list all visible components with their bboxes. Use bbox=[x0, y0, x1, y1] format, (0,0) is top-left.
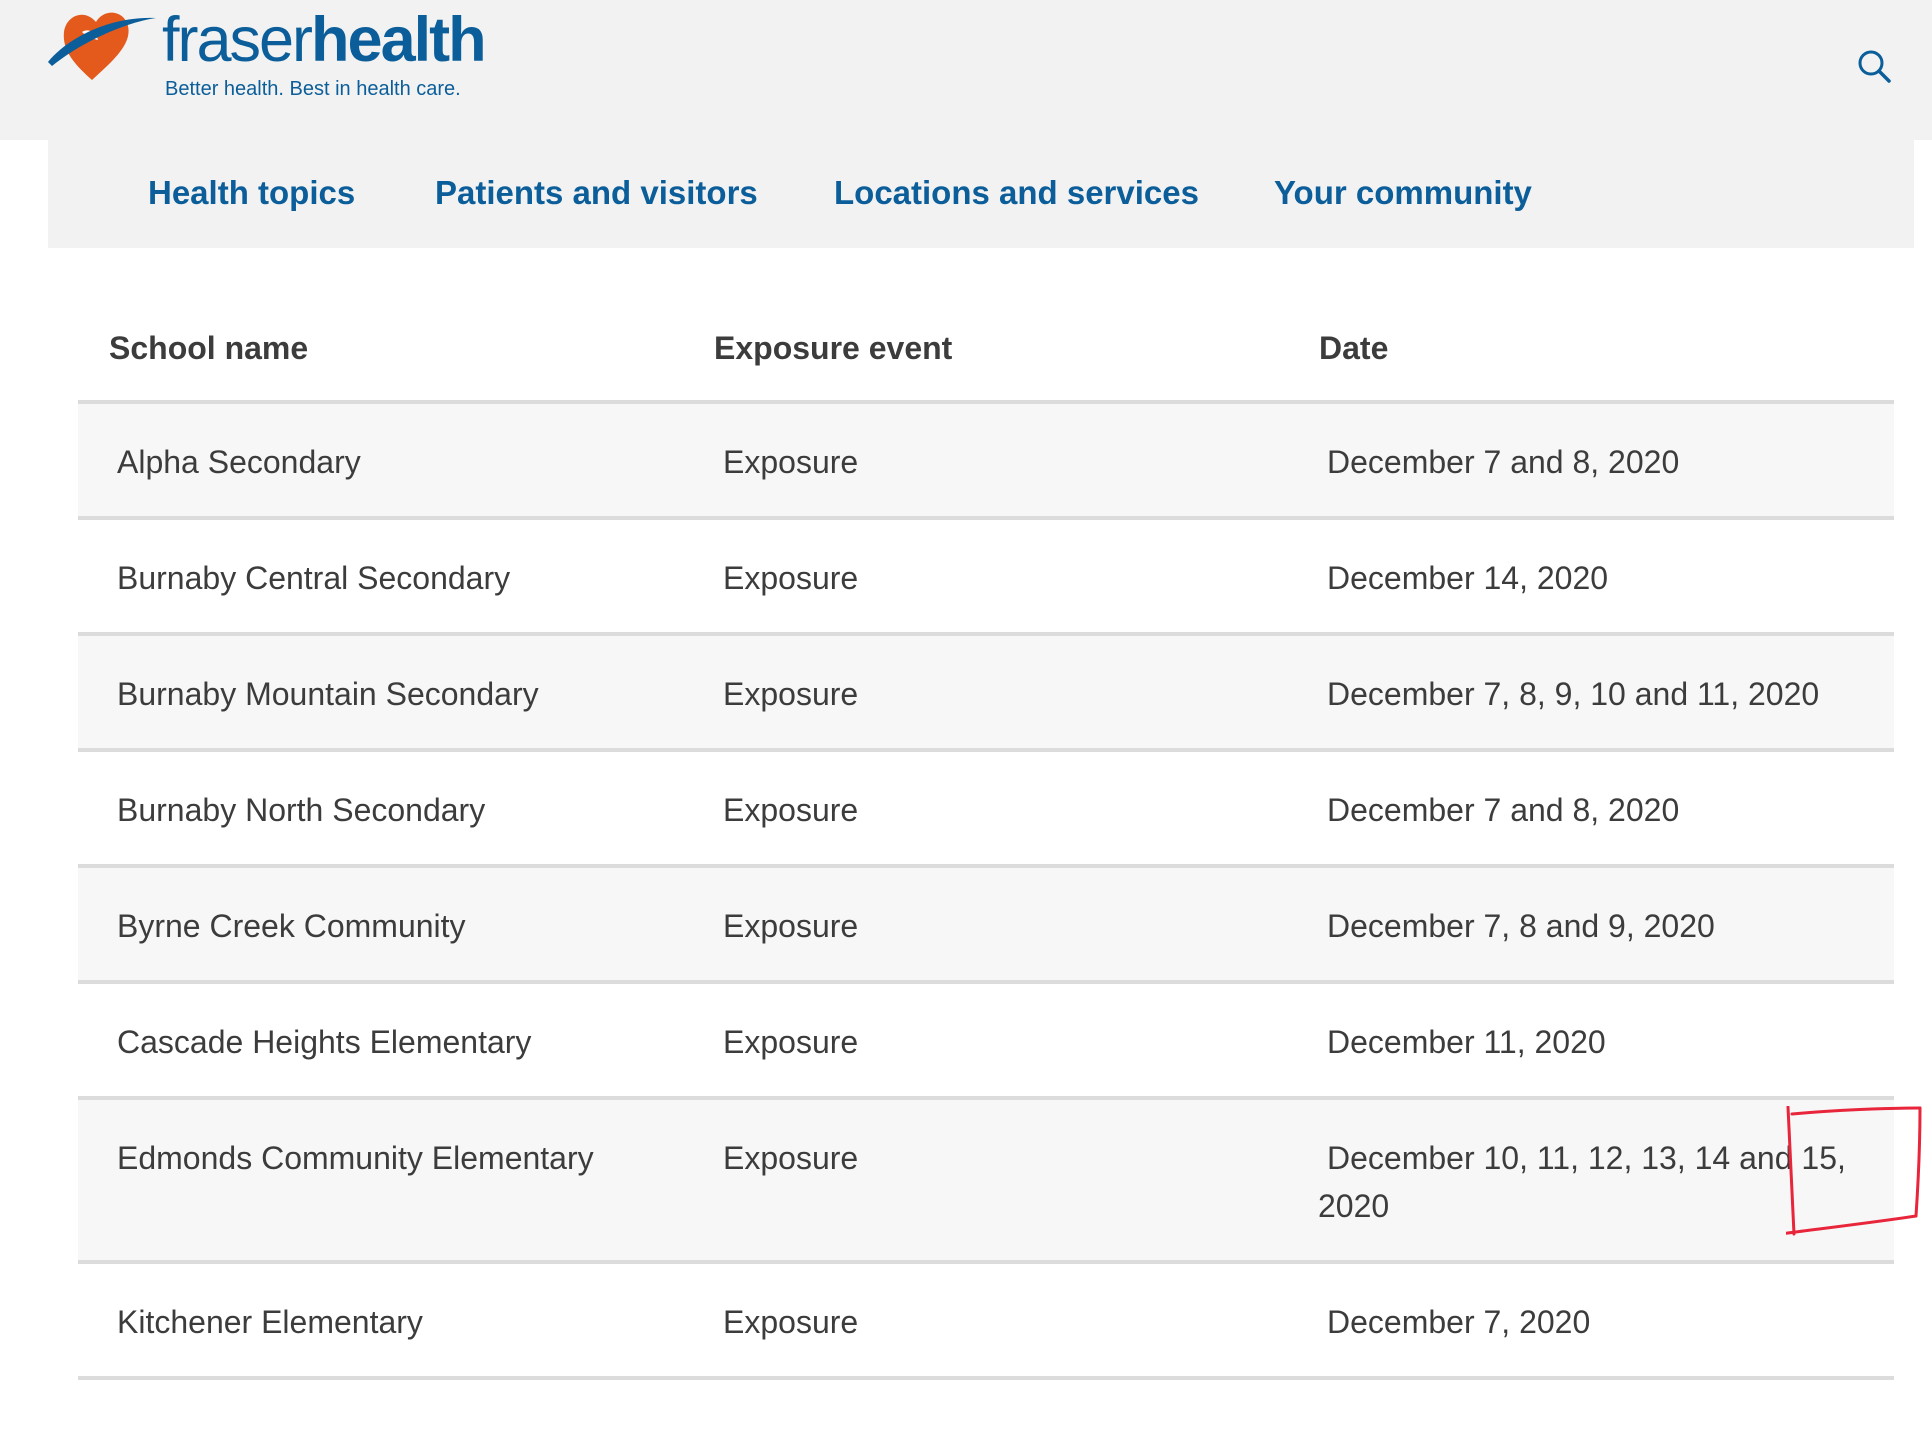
table-row: Kitchener Elementary Exposure December 7… bbox=[78, 1264, 1894, 1380]
exposure-event-cell: Exposure bbox=[723, 444, 859, 480]
date-cell: December 7 and 8, 2020 bbox=[1327, 444, 1680, 480]
school-name-cell: Alpha Secondary bbox=[117, 444, 361, 480]
main-nav: Health topics Patients and visitors Loca… bbox=[48, 140, 1914, 248]
brand-name-light: fraser bbox=[162, 5, 313, 75]
table-row: Alpha Secondary Exposure December 7 and … bbox=[78, 404, 1894, 520]
table-row: Edmonds Community Elementary Exposure De… bbox=[78, 1100, 1894, 1264]
exposure-event-cell: Exposure bbox=[723, 1140, 859, 1176]
search-icon bbox=[1858, 50, 1891, 83]
table-row: Byrne Creek Community Exposure December … bbox=[78, 868, 1894, 984]
school-name-cell: Burnaby Central Secondary bbox=[117, 560, 511, 596]
nav-your-community[interactable]: Your community bbox=[1274, 174, 1532, 212]
school-exposures-table: School name Exposure event Date Alpha Se… bbox=[78, 300, 1894, 1380]
nav-locations-and-services[interactable]: Locations and services bbox=[834, 174, 1199, 212]
table-row: Burnaby Central Secondary Exposure Decem… bbox=[78, 520, 1894, 636]
date-cell: December 14, 2020 bbox=[1327, 560, 1609, 596]
school-name-cell: Kitchener Elementary bbox=[117, 1304, 423, 1340]
school-name-cell: Burnaby North Secondary bbox=[117, 792, 486, 828]
table-header-row: School name Exposure event Date bbox=[78, 300, 1894, 404]
date-cell: December 7, 2020 bbox=[1327, 1304, 1591, 1340]
nav-health-topics[interactable]: Health topics bbox=[148, 174, 355, 212]
date-cell: December 11, 2020 bbox=[1327, 1024, 1606, 1060]
date-cell: December 7, 8 and 9, 2020 bbox=[1327, 908, 1715, 944]
header-school-name: School name bbox=[109, 330, 309, 366]
heart-logo-icon bbox=[48, 12, 156, 80]
fraserhealth-logo[interactable]: fraserhealth Better health. Best in heal… bbox=[44, 0, 487, 110]
exposure-event-cell: Exposure bbox=[723, 1024, 859, 1060]
search-button[interactable] bbox=[1854, 46, 1894, 86]
school-name-cell: Byrne Creek Community bbox=[117, 908, 466, 944]
school-name-cell: Cascade Heights Elementary bbox=[117, 1024, 532, 1060]
table-row: Burnaby Mountain Secondary Exposure Dece… bbox=[78, 636, 1894, 752]
exposure-event-cell: Exposure bbox=[723, 676, 859, 712]
header-exposure-event: Exposure event bbox=[714, 330, 953, 366]
brand-wordmark: fraserhealth bbox=[162, 2, 487, 78]
date-cell: December 7, 8, 9, 10 and 11, 2020 bbox=[1327, 676, 1820, 712]
date-cell: December 7 and 8, 2020 bbox=[1327, 792, 1680, 828]
table-row: Cascade Heights Elementary Exposure Dece… bbox=[78, 984, 1894, 1100]
header-date: Date bbox=[1319, 330, 1389, 366]
brand-name-bold: health bbox=[311, 5, 487, 75]
exposure-event-cell: Exposure bbox=[723, 792, 859, 828]
school-name-cell: Edmonds Community Elementary bbox=[117, 1140, 594, 1176]
table-row: Burnaby North Secondary Exposure Decembe… bbox=[78, 752, 1894, 868]
site-header: fraserhealth Better health. Best in heal… bbox=[0, 0, 1932, 140]
exposure-event-cell: Exposure bbox=[723, 560, 859, 596]
exposure-event-cell: Exposure bbox=[723, 1304, 859, 1340]
nav-patients-and-visitors[interactable]: Patients and visitors bbox=[435, 174, 758, 212]
exposure-event-cell: Exposure bbox=[723, 908, 859, 944]
date-cell-continuation: 2020 bbox=[1318, 1188, 1390, 1224]
date-cell: December 10, 11, 12, 13, 14 and 15, bbox=[1327, 1140, 1846, 1176]
brand-tagline: Better health. Best in health care. bbox=[165, 78, 461, 100]
school-name-cell: Burnaby Mountain Secondary bbox=[117, 676, 539, 712]
